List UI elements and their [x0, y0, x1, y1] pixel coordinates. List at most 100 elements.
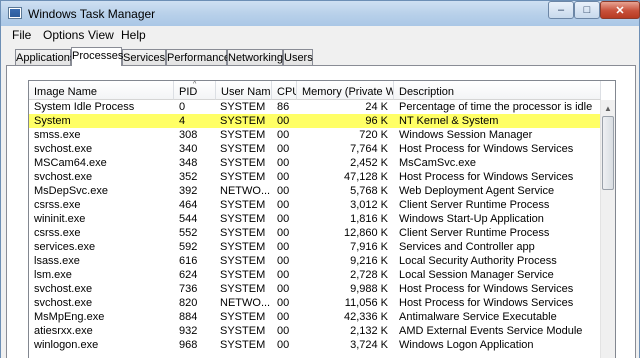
table-row[interactable]: MsDepSvc.exe 392 NETWO... 00 5,768 K Web Depl… [29, 184, 601, 198]
cell-image-name: lsass.exe [34, 255, 80, 267]
cell-pid: 624 [179, 269, 198, 281]
cell-memory: 24 K [365, 101, 388, 113]
table-row[interactable]: svchost.exe 820 NETWO... 00 11,056 K Host Pro… [29, 296, 601, 310]
cell-memory: 96 K [365, 115, 388, 127]
menu-view[interactable]: View [88, 28, 114, 42]
table-row[interactable]: lsass.exe 616 SYSTEM 00 9,216 K Local Securit… [29, 254, 601, 268]
table-row[interactable]: wininit.exe 544 SYSTEM 00 1,816 K Windows Sta… [29, 212, 601, 226]
cell-user-name: NETWO... [220, 297, 271, 309]
cell-cpu: 00 [277, 157, 290, 169]
cell-pid: 392 [179, 185, 198, 197]
tab-services[interactable]: Services [122, 49, 166, 65]
cell-cpu: 00 [277, 143, 290, 155]
cell-image-name: winlogon.exe [34, 339, 99, 351]
table-row[interactable]: MsMpEng.exe 884 SYSTEM 00 42,336 K Antimalwar… [29, 310, 601, 324]
menu-options[interactable]: Options [43, 28, 84, 42]
cell-user-name: SYSTEM [220, 143, 266, 155]
minimize-button[interactable]: – [548, 1, 574, 19]
scroll-up-arrow-icon[interactable]: ▲ [601, 100, 615, 116]
table-row[interactable]: atiesrxx.exe 932 SYSTEM 00 2,132 K AMD Extern… [29, 324, 601, 338]
cell-memory: 9,988 K [350, 283, 388, 295]
cell-image-name: svchost.exe [34, 283, 93, 295]
cell-pid: 736 [179, 283, 198, 295]
close-button[interactable]: ✕ [600, 1, 640, 19]
cell-image-name: csrss.exe [34, 227, 81, 239]
cell-image-name: svchost.exe [34, 171, 93, 183]
table-row[interactable]: lsm.exe 624 SYSTEM 00 2,728 K Local Session M… [29, 268, 601, 282]
cell-cpu: 00 [277, 339, 290, 351]
column-header-user-name[interactable]: User Name [216, 81, 272, 100]
table-row[interactable]: winlogon.exe 968 SYSTEM 00 3,724 K Windows Lo… [29, 338, 601, 352]
cell-description: Local Security Authority Process [399, 255, 557, 267]
cell-user-name: NETWO... [220, 185, 271, 197]
cell-user-name: SYSTEM [220, 339, 266, 351]
table-row[interactable]: System Idle Process 0 SYSTEM 86 24 K Percenta… [29, 100, 601, 114]
cell-cpu: 00 [277, 199, 290, 211]
cell-user-name: SYSTEM [220, 269, 266, 281]
column-header-pid[interactable]: ^ PID [174, 81, 216, 100]
cell-pid: 464 [179, 199, 198, 211]
cell-image-name: System Idle Process [34, 101, 135, 113]
cell-cpu: 86 [277, 101, 290, 113]
table-row[interactable]: csrss.exe 464 SYSTEM 00 3,012 K Client Server… [29, 198, 601, 212]
cell-user-name: SYSTEM [220, 115, 266, 127]
vertical-scrollbar[interactable]: ▲ [600, 100, 615, 358]
table-row[interactable]: MSCam64.exe 348 SYSTEM 00 2,452 K MsCamSvc.ex… [29, 156, 601, 170]
column-header-label: CPU [277, 86, 296, 98]
cell-pid: 592 [179, 241, 198, 253]
cell-image-name: csrss.exe [34, 199, 81, 211]
table-row[interactable]: svchost.exe 352 SYSTEM 00 47,128 K Host Proce… [29, 170, 601, 184]
cell-user-name: SYSTEM [220, 311, 266, 323]
cell-pid: 308 [179, 129, 198, 141]
cell-description: Host Process for Windows Services [399, 171, 574, 183]
cell-memory: 2,132 K [350, 325, 388, 337]
column-header-label: User Name [221, 86, 272, 98]
cell-cpu: 00 [277, 269, 290, 281]
column-header-cpu[interactable]: CPU [272, 81, 297, 100]
cell-user-name: SYSTEM [220, 101, 266, 113]
cell-description: Windows Session Manager [399, 129, 533, 141]
cell-user-name: SYSTEM [220, 213, 266, 225]
cell-cpu: 00 [277, 311, 290, 323]
cell-description: Services and Controller app [399, 241, 535, 253]
table-row[interactable]: services.exe 592 SYSTEM 00 7,916 K Services a… [29, 240, 601, 254]
table-row[interactable]: csrss.exe 552 SYSTEM 00 12,860 K Client Serve… [29, 226, 601, 240]
cell-description: Windows Start-Up Application [399, 213, 544, 225]
cell-memory: 12,860 K [343, 227, 388, 239]
table-row[interactable]: smss.exe 308 SYSTEM 00 720 K Windows Session … [29, 128, 601, 142]
cell-memory: 47,128 K [343, 171, 388, 183]
menu-help[interactable]: Help [121, 28, 146, 42]
cell-memory: 7,916 K [350, 241, 388, 253]
scrollbar-thumb[interactable] [602, 116, 614, 190]
cell-cpu: 00 [277, 185, 290, 197]
cell-cpu: 00 [277, 171, 290, 183]
column-header-image-name[interactable]: Image Name [29, 81, 174, 100]
cell-cpu: 00 [277, 255, 290, 267]
cell-description: Antimalware Service Executable [399, 311, 557, 323]
menu-bar: File Options View Help [0, 26, 640, 44]
tab-performance[interactable]: Performance [166, 49, 230, 65]
cell-image-name: services.exe [34, 241, 96, 253]
table-row[interactable]: svchost.exe 340 SYSTEM 00 7,764 K Host Proces… [29, 142, 601, 156]
tab-processes[interactable]: Processes [71, 47, 123, 66]
cell-image-name: MsDepSvc.exe [34, 185, 108, 197]
cell-pid: 352 [179, 171, 198, 183]
cell-description: Host Process for Windows Services [399, 283, 574, 295]
column-header-description[interactable]: Description [394, 81, 601, 100]
cell-image-name: wininit.exe [34, 213, 86, 225]
cell-user-name: SYSTEM [220, 283, 266, 295]
column-header-memory[interactable]: Memory (Private W... [297, 81, 394, 100]
tab-networking[interactable]: Networking [227, 49, 283, 65]
cell-pid: 4 [179, 115, 186, 127]
table-row[interactable]: System 4 SYSTEM 00 96 K NT Kernel & System [29, 114, 601, 128]
task-manager-icon [8, 7, 22, 19]
tab-users[interactable]: Users [283, 49, 313, 65]
cell-pid: 348 [179, 157, 198, 169]
menu-file[interactable]: File [12, 28, 31, 42]
table-row[interactable]: svchost.exe 736 SYSTEM 00 9,988 K Host Proces… [29, 282, 601, 296]
tab-applications[interactable]: Applications [15, 49, 75, 65]
cell-description: Host Process for Windows Services [399, 143, 574, 155]
sort-ascending-icon: ^ [193, 81, 197, 88]
cell-pid: 544 [179, 213, 198, 225]
maximize-button[interactable]: □ [574, 1, 600, 19]
